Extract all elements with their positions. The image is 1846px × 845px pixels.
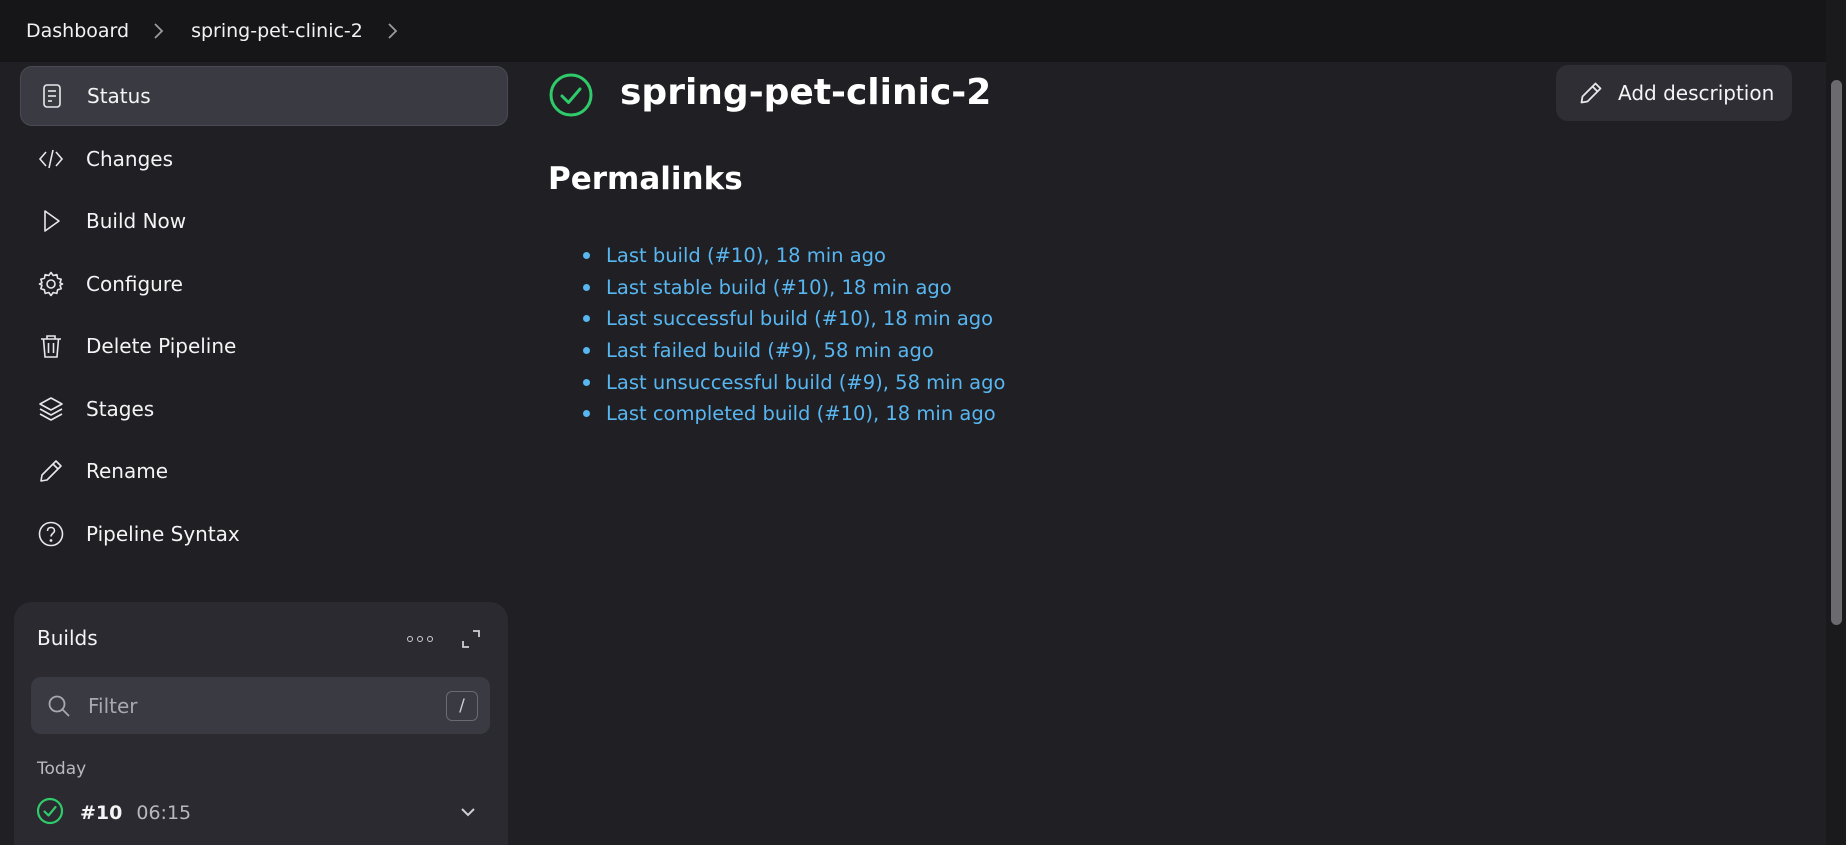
code-icon	[36, 144, 66, 174]
list-item: Last build (#10), 18 min ago	[583, 240, 1005, 272]
layers-icon	[36, 394, 66, 424]
help-icon	[36, 519, 66, 549]
pencil-icon	[36, 456, 66, 486]
permalinks-heading: Permalinks	[548, 161, 743, 197]
permalink-last-completed-build[interactable]: Last completed build (#10), 18 min ago	[606, 402, 996, 425]
build-group-label: Today	[37, 759, 87, 779]
permalink-last-failed-build[interactable]: Last failed build (#9), 58 min ago	[606, 339, 934, 362]
success-icon	[36, 797, 64, 829]
add-description-label: Add description	[1618, 81, 1775, 105]
list-item: Last completed build (#10), 18 min ago	[583, 398, 1005, 430]
sidebar-item-label: Status	[87, 84, 151, 108]
keyboard-shortcut-hint: /	[446, 691, 478, 721]
sidebar-item-stages[interactable]: Stages	[20, 379, 508, 439]
build-time: 06:15	[136, 802, 192, 824]
chevron-right-icon	[153, 22, 165, 40]
list-item: Last unsuccessful build (#9), 58 min ago	[583, 366, 1005, 398]
sidebar-item-delete-pipeline[interactable]: Delete Pipeline	[20, 316, 508, 376]
pencil-icon	[1580, 82, 1602, 104]
permalinks-list: Last build (#10), 18 min ago Last stable…	[583, 240, 1005, 430]
sidebar-item-label: Pipeline Syntax	[86, 521, 240, 546]
sidebar-item-build-now[interactable]: Build Now	[20, 191, 508, 251]
sidebar-item-rename[interactable]: Rename	[20, 441, 508, 501]
chevron-down-icon[interactable]	[458, 802, 478, 822]
expand-icon[interactable]	[460, 628, 482, 650]
sidebar-item-label: Build Now	[86, 209, 187, 233]
list-item: Last failed build (#9), 58 min ago	[583, 335, 1005, 367]
sidebar-item-label: Rename	[86, 459, 169, 483]
permalink-last-build[interactable]: Last build (#10), 18 min ago	[606, 244, 886, 267]
sidebar-item-configure[interactable]: Configure	[20, 254, 508, 314]
document-icon	[37, 81, 67, 111]
builds-panel: Builds / Today #10 06:15	[14, 602, 508, 845]
sidebar-item-label: Stages	[86, 396, 155, 421]
success-status-icon	[548, 72, 594, 118]
permalink-last-successful-build[interactable]: Last successful build (#10), 18 min ago	[606, 307, 993, 330]
breadcrumb-job[interactable]: spring-pet-clinic-2	[191, 20, 363, 42]
trash-icon	[36, 331, 66, 361]
page-title: spring-pet-clinic-2	[620, 72, 992, 113]
builds-title: Builds	[37, 626, 98, 650]
add-description-button[interactable]: Add description	[1556, 65, 1792, 121]
gear-icon	[36, 269, 66, 299]
more-options-icon[interactable]	[407, 632, 433, 646]
build-number[interactable]: #10	[80, 802, 122, 824]
permalink-last-unsuccessful-build[interactable]: Last unsuccessful build (#9), 58 min ago	[606, 371, 1005, 394]
builds-filter: /	[31, 677, 490, 734]
play-icon	[36, 206, 66, 236]
sidebar-item-status[interactable]: Status	[20, 66, 508, 126]
breadcrumb-dashboard[interactable]: Dashboard	[26, 20, 129, 42]
breadcrumb: Dashboard spring-pet-clinic-2	[0, 0, 1846, 62]
search-icon	[46, 693, 72, 719]
sidebar-item-changes[interactable]: Changes	[20, 129, 508, 189]
sidebar-item-label: Delete Pipeline	[86, 334, 237, 358]
sidebar-item-label: Changes	[86, 146, 173, 171]
permalink-last-stable-build[interactable]: Last stable build (#10), 18 min ago	[606, 276, 952, 299]
list-item: Last stable build (#10), 18 min ago	[583, 272, 1005, 304]
sidebar-item-label: Configure	[86, 271, 183, 296]
chevron-right-icon[interactable]	[387, 22, 399, 40]
scrollbar-thumb[interactable]	[1831, 80, 1842, 625]
sidebar: Status Changes Build Now Configure Delet…	[20, 66, 508, 566]
sidebar-item-pipeline-syntax[interactable]: Pipeline Syntax	[20, 504, 508, 564]
filter-input[interactable]	[88, 693, 428, 718]
build-row[interactable]: #10 06:15	[36, 797, 490, 829]
list-item: Last successful build (#10), 18 min ago	[583, 303, 1005, 335]
